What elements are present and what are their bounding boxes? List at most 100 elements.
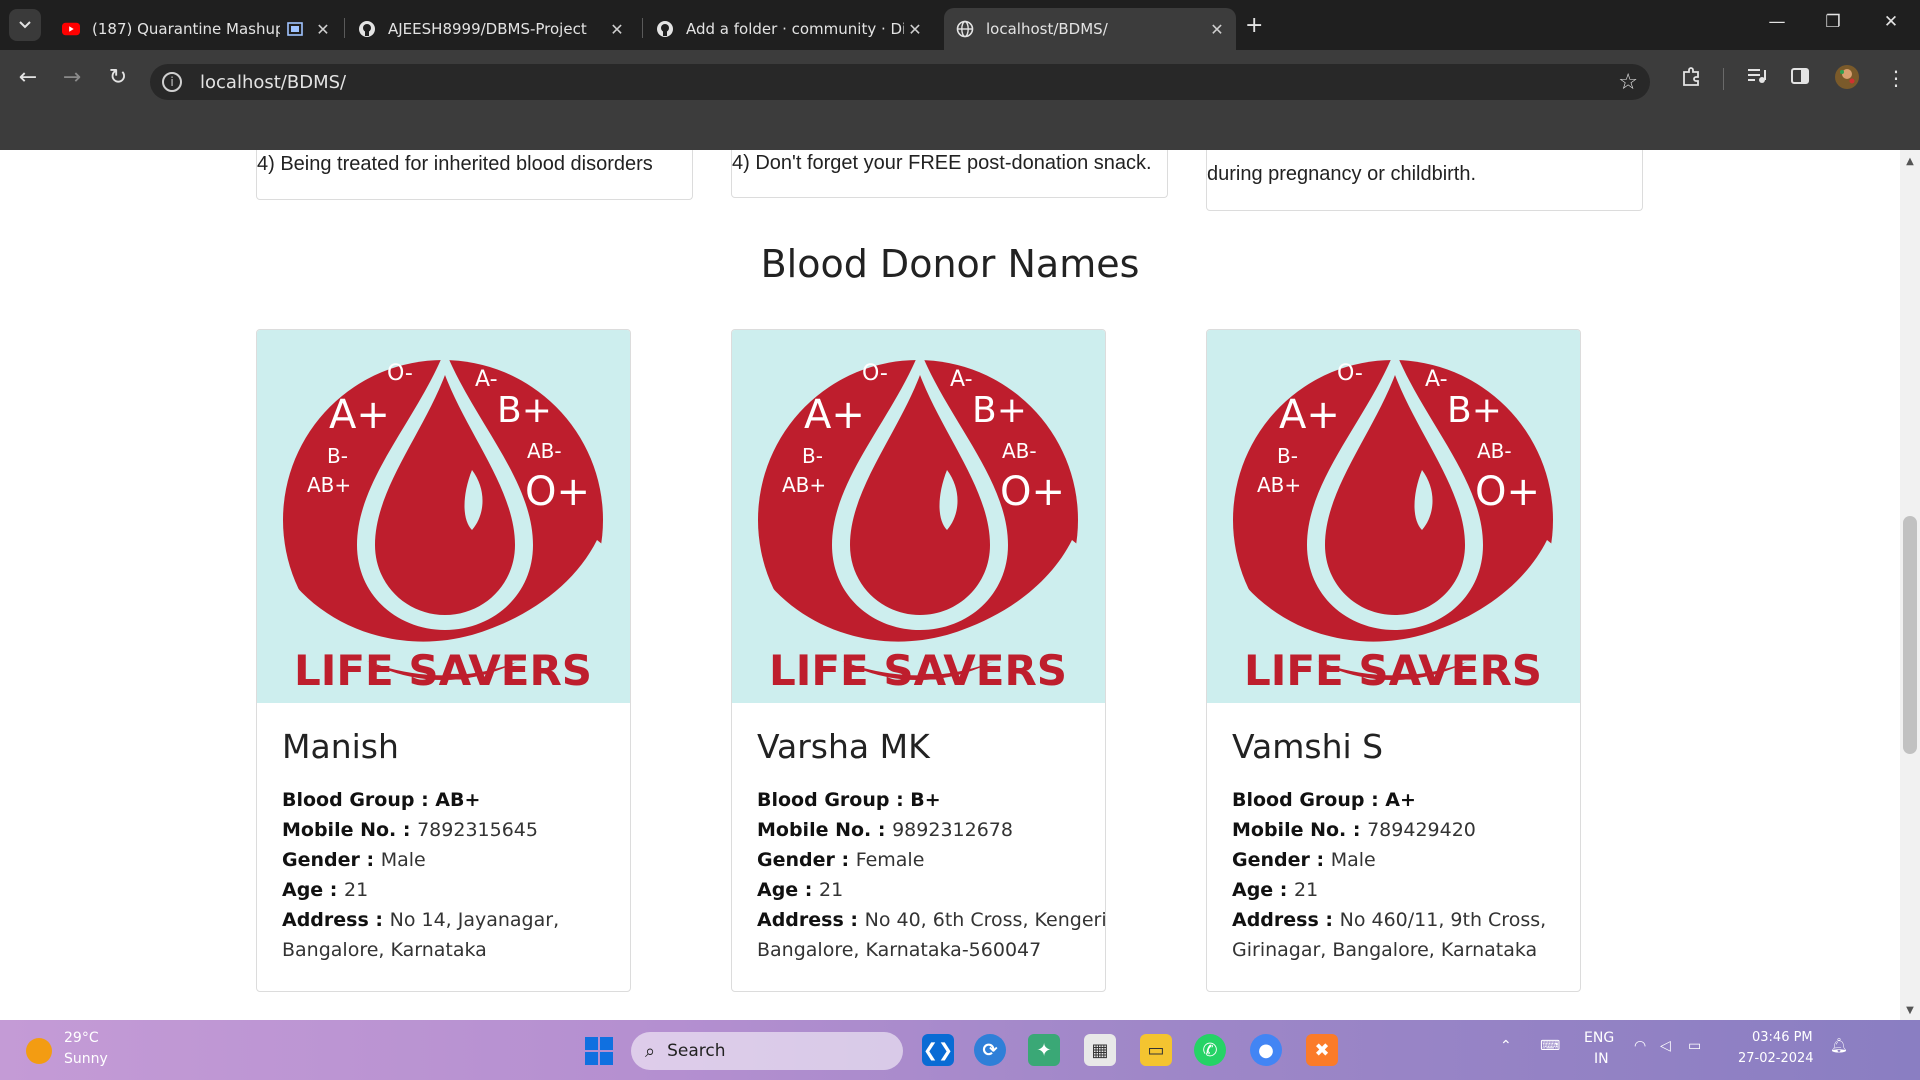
- svg-text:B-: B-: [327, 444, 348, 468]
- tab-github-project[interactable]: AJEESH8999/DBMS-Project ✕: [346, 8, 636, 50]
- scroll-up-icon[interactable]: ▲: [1900, 156, 1920, 167]
- show-hidden-icons-icon[interactable]: ⌃: [1500, 1038, 1512, 1054]
- tab-search-button[interactable]: [9, 9, 41, 41]
- clock-time[interactable]: 03:46 PM: [1752, 1030, 1813, 1045]
- donor-card: O- A- A+ B+ B- AB- AB+ O+ LIFE SAVERS Va…: [1206, 329, 1581, 992]
- svg-text:AB+: AB+: [782, 473, 826, 497]
- wifi-icon[interactable]: ◠: [1634, 1038, 1646, 1054]
- xampp-icon[interactable]: ✖: [1306, 1034, 1338, 1066]
- svg-text:A+: A+: [1279, 392, 1340, 438]
- donor-card: O- A- A+ B+ B- AB- AB+ O+ LIFE SAVERS Ma…: [256, 329, 631, 992]
- tab-github-community[interactable]: Add a folder · community · Disc ✕: [644, 8, 934, 50]
- svg-text:AB+: AB+: [307, 473, 351, 497]
- svg-text:AB-: AB-: [527, 439, 562, 463]
- address-field-line2: Girinagar, Bangalore, Karnataka: [1232, 939, 1538, 961]
- close-tab-icon[interactable]: ✕: [606, 20, 628, 39]
- extensions-icon[interactable]: [1680, 66, 1702, 93]
- window-close-icon[interactable]: ✕: [1876, 12, 1906, 32]
- back-icon[interactable]: ←: [16, 66, 40, 90]
- tab-title: AJEESH8999/DBMS-Project: [388, 20, 587, 38]
- mobile-field: Mobile No. : 7892315645: [282, 819, 538, 841]
- language-indicator[interactable]: ENG: [1584, 1030, 1614, 1046]
- media-controls-icon[interactable]: [1746, 66, 1768, 91]
- close-tab-icon[interactable]: ✕: [1206, 20, 1228, 39]
- mobile-field: Mobile No. : 789429420: [1232, 819, 1476, 841]
- chevron-down-icon: [19, 21, 31, 29]
- tab-youtube[interactable]: (187) Quarantine Mashup 2 ✕: [50, 8, 342, 50]
- svg-text:LIFE SAVERS: LIFE SAVERS: [769, 646, 1067, 695]
- store-icon[interactable]: ▦: [1084, 1034, 1116, 1066]
- forward-icon[interactable]: →: [60, 66, 84, 90]
- profile-avatar[interactable]: [1834, 64, 1860, 95]
- tab-strip: (187) Quarantine Mashup 2 ✕ AJEESH8999/D…: [0, 0, 1920, 50]
- page-scrollbar[interactable]: ▲ ▼: [1900, 150, 1920, 1020]
- clock-date[interactable]: 27-02-2024: [1738, 1051, 1814, 1066]
- age-field: Age : 21: [757, 879, 844, 901]
- whatsapp-icon[interactable]: ✆: [1194, 1034, 1226, 1066]
- more-menu-icon[interactable]: ⋮: [1886, 66, 1906, 90]
- svg-text:O-: O-: [387, 361, 413, 386]
- svg-text:A+: A+: [329, 392, 390, 438]
- weather-condition[interactable]: Sunny: [64, 1051, 108, 1067]
- scrollbar-thumb[interactable]: [1903, 516, 1917, 754]
- url-text[interactable]: localhost/BDMS/: [200, 72, 346, 93]
- weather-temperature[interactable]: 29°C: [64, 1030, 99, 1046]
- reload-icon[interactable]: ↻: [106, 66, 130, 90]
- age-field: Age : 21: [282, 879, 369, 901]
- keyboard-icon[interactable]: ⌨: [1540, 1038, 1560, 1054]
- info-card: 4) Being treated for inherited blood dis…: [256, 150, 693, 200]
- address-field: Address : No 460/11, 9th Cross,: [1232, 909, 1547, 931]
- life-savers-logo: O- A- A+ B+ B- AB- AB+ O+ LIFE SAVERS: [257, 330, 630, 703]
- close-tab-icon[interactable]: ✕: [312, 20, 334, 39]
- address-field: Address : No 14, Jayanagar,: [282, 909, 560, 931]
- svg-text:B+: B+: [1447, 390, 1502, 431]
- tab-divider: [344, 18, 345, 38]
- globe-icon: [956, 20, 974, 38]
- github-icon: [358, 20, 376, 38]
- windows-start-icon[interactable]: [585, 1037, 613, 1065]
- bookmark-star-icon[interactable]: ☆: [1618, 70, 1638, 95]
- info-card-text: 4) Don't forget your FREE post-donation …: [732, 152, 1152, 174]
- address-field-line2: Bangalore, Karnataka-560047: [757, 939, 1042, 961]
- volume-icon[interactable]: ◁: [1660, 1038, 1671, 1054]
- sync-app-icon[interactable]: ⟳: [974, 1034, 1006, 1066]
- taskbar-search[interactable]: ⌕ Search: [631, 1032, 903, 1070]
- gender-field: Gender : Female: [757, 849, 925, 871]
- chrome-icon[interactable]: ●: [1250, 1034, 1282, 1066]
- scroll-down-icon[interactable]: ▼: [1900, 1005, 1920, 1016]
- donor-name: Vamshi S: [1232, 727, 1384, 766]
- info-card-text: 4) Being treated for inherited blood dis…: [257, 153, 653, 175]
- widgets-app-icon[interactable]: ✦: [1028, 1034, 1060, 1066]
- file-explorer-icon[interactable]: ▭: [1140, 1034, 1172, 1066]
- tab-divider: [642, 18, 643, 38]
- close-tab-icon[interactable]: ✕: [904, 20, 926, 39]
- address-field-line2: Bangalore, Karnataka: [282, 939, 487, 961]
- blood-group-field: Blood Group : A+: [1232, 789, 1416, 811]
- battery-icon[interactable]: ▭: [1688, 1038, 1701, 1054]
- language-region[interactable]: IN: [1594, 1051, 1609, 1067]
- tab-title: localhost/BDMS/: [986, 20, 1108, 38]
- restore-icon[interactable]: ❐: [1818, 12, 1848, 32]
- side-panel-icon[interactable]: [1790, 66, 1810, 91]
- svg-text:B+: B+: [972, 390, 1027, 431]
- svg-text:O+: O+: [1000, 469, 1065, 515]
- tab-localhost[interactable]: localhost/BDMS/ ✕: [944, 8, 1236, 50]
- github-icon: [656, 20, 674, 38]
- gender-field: Gender : Male: [1232, 849, 1376, 871]
- address-field: Address : No 40, 6th Cross, Kengeri,: [757, 909, 1106, 931]
- svg-text:B-: B-: [1277, 444, 1298, 468]
- site-info-icon[interactable]: i: [162, 72, 182, 92]
- svg-text:AB-: AB-: [1002, 439, 1037, 463]
- gender-field: Gender : Male: [282, 849, 426, 871]
- svg-text:A+: A+: [804, 392, 865, 438]
- picture-in-picture-icon[interactable]: [286, 20, 304, 38]
- new-tab-icon[interactable]: +: [1245, 13, 1263, 38]
- svg-text:A-: A-: [475, 367, 498, 392]
- sun-icon[interactable]: [26, 1038, 52, 1064]
- windows-taskbar: 29°C Sunny ⌕ Search ❮❯ ⟳ ✦ ▦ ▭ ✆ ● ✖ ⌃ ⌨…: [0, 1020, 1920, 1080]
- notification-bell-icon[interactable]: 🔔︎: [1830, 1038, 1848, 1054]
- address-bar[interactable]: i localhost/BDMS/ ☆: [150, 64, 1650, 100]
- vscode-icon[interactable]: ❮❯: [922, 1034, 954, 1066]
- svg-text:LIFE SAVERS: LIFE SAVERS: [294, 646, 592, 695]
- minimize-icon[interactable]: —: [1762, 12, 1792, 32]
